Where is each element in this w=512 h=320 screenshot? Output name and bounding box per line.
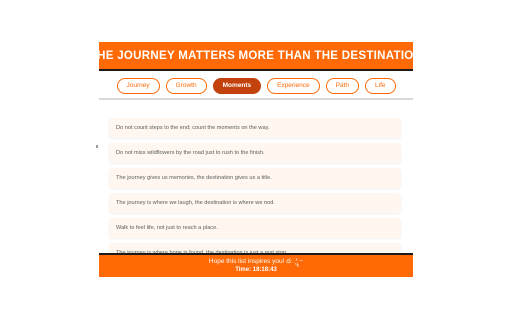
page-title: THE JOURNEY MATTERS MORE THAN THE DESTIN…: [99, 49, 413, 62]
tab-bar: Journey Growth Moments Experience Path L…: [99, 71, 413, 100]
edge-marker: [96, 145, 98, 148]
list-item: Do not count steps to the end; count the…: [109, 118, 401, 138]
tab-experience[interactable]: Experience: [267, 77, 320, 94]
list-item: The journey is where hope is found, the …: [109, 243, 401, 253]
page-header: THE JOURNEY MATTERS MORE THAN THE DESTIN…: [99, 42, 413, 71]
page-footer: Hope this list inspires you! ద್ಷ್ದಿ− Tim…: [99, 253, 413, 277]
tab-path[interactable]: Path: [325, 77, 360, 94]
tab-growth[interactable]: Growth: [165, 77, 207, 94]
list-item: Walk to feel life, not just to reach a p…: [109, 218, 401, 238]
footer-message: Hope this list inspires you! ద್ಷ್ದಿ−: [208, 258, 304, 265]
app-window: THE JOURNEY MATTERS MORE THAN THE DESTIN…: [99, 42, 413, 277]
footer-time: Time: 18:18:43: [235, 267, 277, 273]
list-item: Do not miss wildflowers by the road just…: [109, 143, 401, 163]
list-item: The journey gives us memories, the desti…: [109, 168, 401, 188]
tab-moments[interactable]: Moments: [212, 77, 262, 94]
tab-life[interactable]: Life: [365, 77, 396, 94]
quote-list-panel[interactable]: Do not count steps to the end; count the…: [99, 102, 413, 253]
tab-journey[interactable]: Journey: [116, 77, 160, 94]
quote-list: Do not count steps to the end; count the…: [99, 102, 413, 253]
list-item: The journey is where we laugh, the desti…: [109, 193, 401, 213]
